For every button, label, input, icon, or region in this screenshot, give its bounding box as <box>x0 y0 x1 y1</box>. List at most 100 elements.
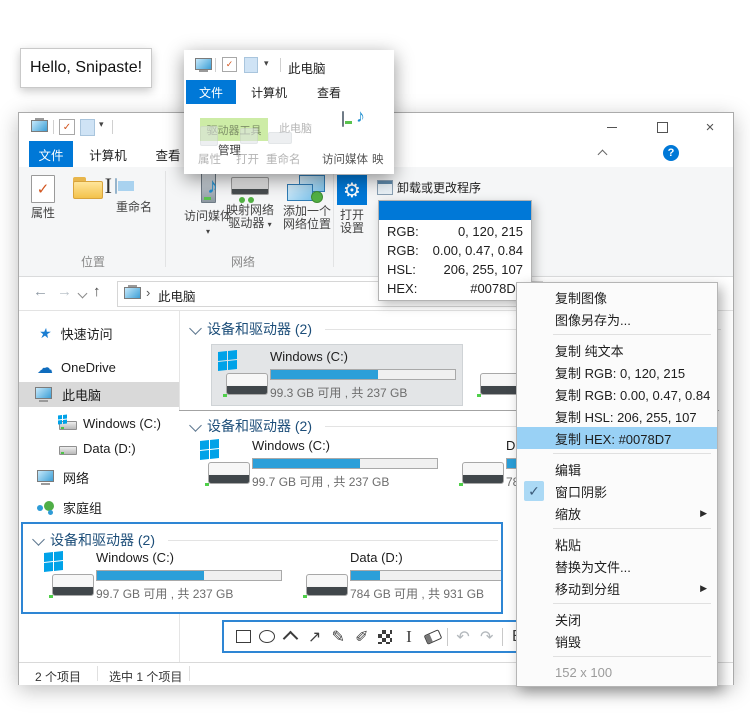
menu-item-copy-rgb[interactable]: 复制 RGB: 0, 120, 215 <box>517 361 717 383</box>
ellipse-tool-button[interactable] <box>256 626 280 648</box>
sidebar-item-network[interactable]: 网络 <box>19 465 179 490</box>
open-settings-button[interactable]: ⚙ 打开 设置 <box>337 175 367 235</box>
menu-item-replace-with-file[interactable]: 替换为文件... <box>517 555 717 577</box>
recent-locations-icon[interactable] <box>78 289 88 299</box>
menu-item-copy-hsl[interactable]: 复制 HSL: 206, 255, 107 <box>517 405 717 427</box>
hello-text: Hello, Snipaste! <box>30 59 142 77</box>
sidebar-item-homegroup[interactable]: 家庭组 <box>19 495 179 520</box>
menu-item-copy-plain-text[interactable]: 复制 纯文本 <box>517 339 717 361</box>
sidebar-item-this-pc[interactable]: 此电脑 <box>19 382 179 407</box>
maximize-button[interactable] <box>637 113 687 141</box>
caret-down-icon: ▾ <box>206 227 210 236</box>
menu-item-destroy[interactable]: 销毁 <box>517 630 717 652</box>
divider <box>97 666 98 681</box>
tab-computer[interactable]: 计算机 <box>77 141 139 167</box>
sidebar-item-windows-c[interactable]: Windows (C:) <box>19 411 179 436</box>
network-dots-icon <box>239 197 254 203</box>
hello-snipaste-snip[interactable]: Hello, Snipaste! <box>20 48 152 88</box>
help-button[interactable]: ? <box>663 145 679 161</box>
arrow-tool-button[interactable]: ↗ <box>303 626 327 648</box>
open-button[interactable]: 打开 <box>73 177 103 198</box>
pencil-icon: ✎ <box>331 627 344 647</box>
drive-tile-windows-c[interactable]: Windows (C:) 99.3 GB 可用 , 共 237 GB <box>211 344 463 406</box>
color-info-popup[interactable]: RGB:0, 120, 215 RGB:0.00, 0.47, 0.84 HSL… <box>378 200 532 301</box>
uninstall-program-button[interactable]: 卸载或更改程序 <box>377 179 481 196</box>
menu-item-save-image-as[interactable]: 图像另存为... <box>517 308 717 330</box>
text-tool-button[interactable]: I <box>397 626 421 648</box>
check-icon: ✓ <box>524 481 544 501</box>
close-button[interactable]: × <box>687 113 733 141</box>
submenu-arrow-icon: ▶ <box>700 508 707 519</box>
pencil-tool-button[interactable]: ✎ <box>326 626 350 648</box>
undo-button[interactable]: ↶ <box>451 626 475 648</box>
collapse-ribbon-icon[interactable] <box>598 150 608 160</box>
qat-properties-icon[interactable]: ✓ <box>59 119 75 135</box>
close-icon: × <box>706 119 715 136</box>
color-row-rgb-float: RGB:0.00, 0.47, 0.84 <box>387 243 523 261</box>
menu-item-paste[interactable]: 粘贴 <box>517 533 717 555</box>
eraser-icon <box>423 629 442 645</box>
section-header[interactable]: 设备和驱动器 (2) <box>207 319 312 339</box>
menu-item-size-label: 152 x 100 <box>517 661 717 683</box>
sidebar-item-onedrive[interactable]: ☁ OneDrive <box>19 355 179 380</box>
drive-tile-data-d: Data (D:) 784 GB 可用 , 共 931 GB <box>292 546 503 606</box>
ellipse-icon <box>259 630 275 643</box>
map-network-drive-button[interactable]: 映射网络 驱动器 ▾ <box>225 177 275 231</box>
mosaic-tool-button[interactable] <box>374 626 398 648</box>
marker-icon: ✐ <box>355 627 368 647</box>
onedrive-cloud-icon: ☁ <box>37 358 53 378</box>
back-icon[interactable]: ← <box>33 283 48 300</box>
up-icon[interactable]: ↑ <box>93 283 101 300</box>
collapse-section-icon[interactable] <box>189 322 202 335</box>
network-drive-icon <box>231 177 269 195</box>
collapse-section-icon <box>32 533 45 546</box>
qat-new-folder-icon[interactable] <box>80 119 95 136</box>
arrow-icon: ↗ <box>308 627 321 647</box>
redo-icon: ↷ <box>480 627 493 647</box>
menu-item-close[interactable]: 关闭 <box>517 608 717 630</box>
qat-customize-caret-icon[interactable]: ▾ <box>99 119 104 130</box>
rename-button[interactable]: I 重命名 <box>115 179 153 214</box>
active-snip-selection[interactable]: 设备和驱动器 (2) Windows (C:) 99.7 GB 可用 , 共 2… <box>21 522 503 614</box>
tab-file[interactable]: 文件 <box>29 141 73 167</box>
mosaic-icon <box>378 630 392 644</box>
divider <box>215 58 216 72</box>
collapse-section-icon <box>189 419 202 432</box>
menu-item-copy-image[interactable]: 复制图像 <box>517 286 717 308</box>
menu-item-edit[interactable]: 编辑 <box>517 458 717 480</box>
eraser-tool-button[interactable] <box>421 626 445 648</box>
rectangle-tool-button[interactable] <box>232 626 256 648</box>
properties-button[interactable]: ✓ 属性 <box>29 175 57 220</box>
polyline-tool-button[interactable] <box>279 626 303 648</box>
polyline-icon <box>283 631 299 647</box>
properties-icon: ✓ <box>31 175 55 203</box>
marker-tool-button[interactable]: ✐ <box>350 626 374 648</box>
gear-icon: ⚙ <box>337 175 367 205</box>
rectangle-icon <box>236 630 251 643</box>
menu-item-copy-hex[interactable]: 复制 HEX: #0078D7 <box>517 427 717 449</box>
breadcrumb-this-pc[interactable]: 此电脑 <box>158 286 196 305</box>
menu-item-zoom[interactable]: 缩放 ▶ <box>517 502 717 524</box>
menu-item-window-shadow[interactable]: ✓ 窗口阴影 <box>517 480 717 502</box>
quick-access-star-icon: ★ <box>38 325 53 342</box>
group-label-network: 网络 <box>231 253 255 270</box>
sidebar-item-quick-access[interactable]: ★ 快速访问 <box>19 321 179 346</box>
tab-file: 文件 <box>186 80 236 104</box>
menu-item-move-to-group[interactable]: 移动到分组 ▶ <box>517 577 717 599</box>
divider <box>447 628 448 646</box>
add-network-location-button[interactable]: 添加一个 网络位置 <box>281 175 333 231</box>
minimize-button[interactable] <box>587 113 637 141</box>
ribbon: ✓ 属性 打开 I 重命名 位置 ♪ 访问媒体 ▾ <box>19 167 733 277</box>
divider <box>165 171 166 267</box>
drive-icon <box>454 440 506 488</box>
forward-icon[interactable]: → <box>57 283 72 300</box>
redo-button[interactable]: ↷ <box>475 626 499 648</box>
ghost-rename-label: 重命名 <box>266 151 301 167</box>
pinned-snip-ribbon[interactable]: ✓ ▾ 此电脑 文件 计算机 查看 驱动器工具 此电脑 ♪ 管理 属性 打开 重… <box>184 50 394 174</box>
capacity-bar <box>252 458 438 469</box>
caret-down-icon: ▾ <box>264 58 269 69</box>
sidebar-item-data-d[interactable]: Data (D:) <box>19 436 179 461</box>
menu-item-copy-rgb-float[interactable]: 复制 RGB: 0.00, 0.47, 0.84 <box>517 383 717 405</box>
capacity-bar <box>350 570 503 581</box>
breadcrumb-separator: › <box>146 285 150 300</box>
